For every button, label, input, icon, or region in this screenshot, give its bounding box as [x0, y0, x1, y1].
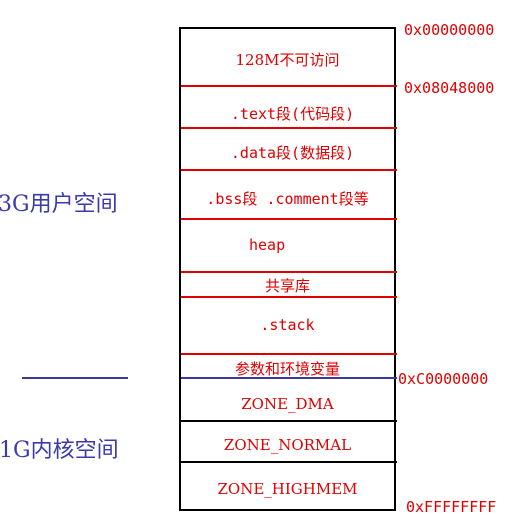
segment-bss: .bss段 .comment段等: [206, 190, 369, 208]
segment-data: .data段(数据段): [230, 144, 355, 162]
address-text-start: 0x08048000: [404, 79, 495, 97]
address-bottom: 0xFFFFFFFF: [406, 498, 497, 516]
boundary-text: [181, 85, 397, 87]
segment-zone-dma: ZONE_DMA: [241, 395, 334, 413]
segment-zone-normal: ZONE_NORMAL: [223, 436, 352, 454]
boundary-data: [181, 127, 397, 129]
address-kernel-start: 0xC0000000: [398, 370, 489, 388]
boundary-zone-highmem: [181, 461, 397, 463]
boundary-heap: [181, 218, 397, 220]
segment-unaccessible: 128M不可访问: [235, 51, 340, 69]
boundary-bss: [181, 169, 397, 171]
segment-zone-highmem: ZONE_HIGHMEM: [217, 480, 358, 498]
segment-shared-lib: 共享库: [264, 277, 310, 295]
address-top: 0x00000000: [404, 21, 495, 39]
boundary-args-env: [181, 353, 397, 355]
user-kernel-divider-left: [22, 377, 128, 379]
user-space-label: 3G用户空间: [0, 192, 118, 217]
boundary-zone-normal: [181, 420, 397, 422]
boundary-shared-lib: [181, 271, 397, 273]
segment-stack: .stack: [260, 316, 315, 334]
kernel-space-label: 1G内核空间: [0, 438, 119, 463]
boundary-stack: [181, 296, 397, 298]
memory-layout-box: 128M不可访问 .text段(代码段) .data段(数据段) .bss段 .…: [179, 27, 397, 511]
segment-args-env: 参数和环境变量: [234, 360, 340, 378]
segment-heap: heap: [249, 236, 286, 254]
segment-text: .text段(代码段): [230, 105, 355, 123]
